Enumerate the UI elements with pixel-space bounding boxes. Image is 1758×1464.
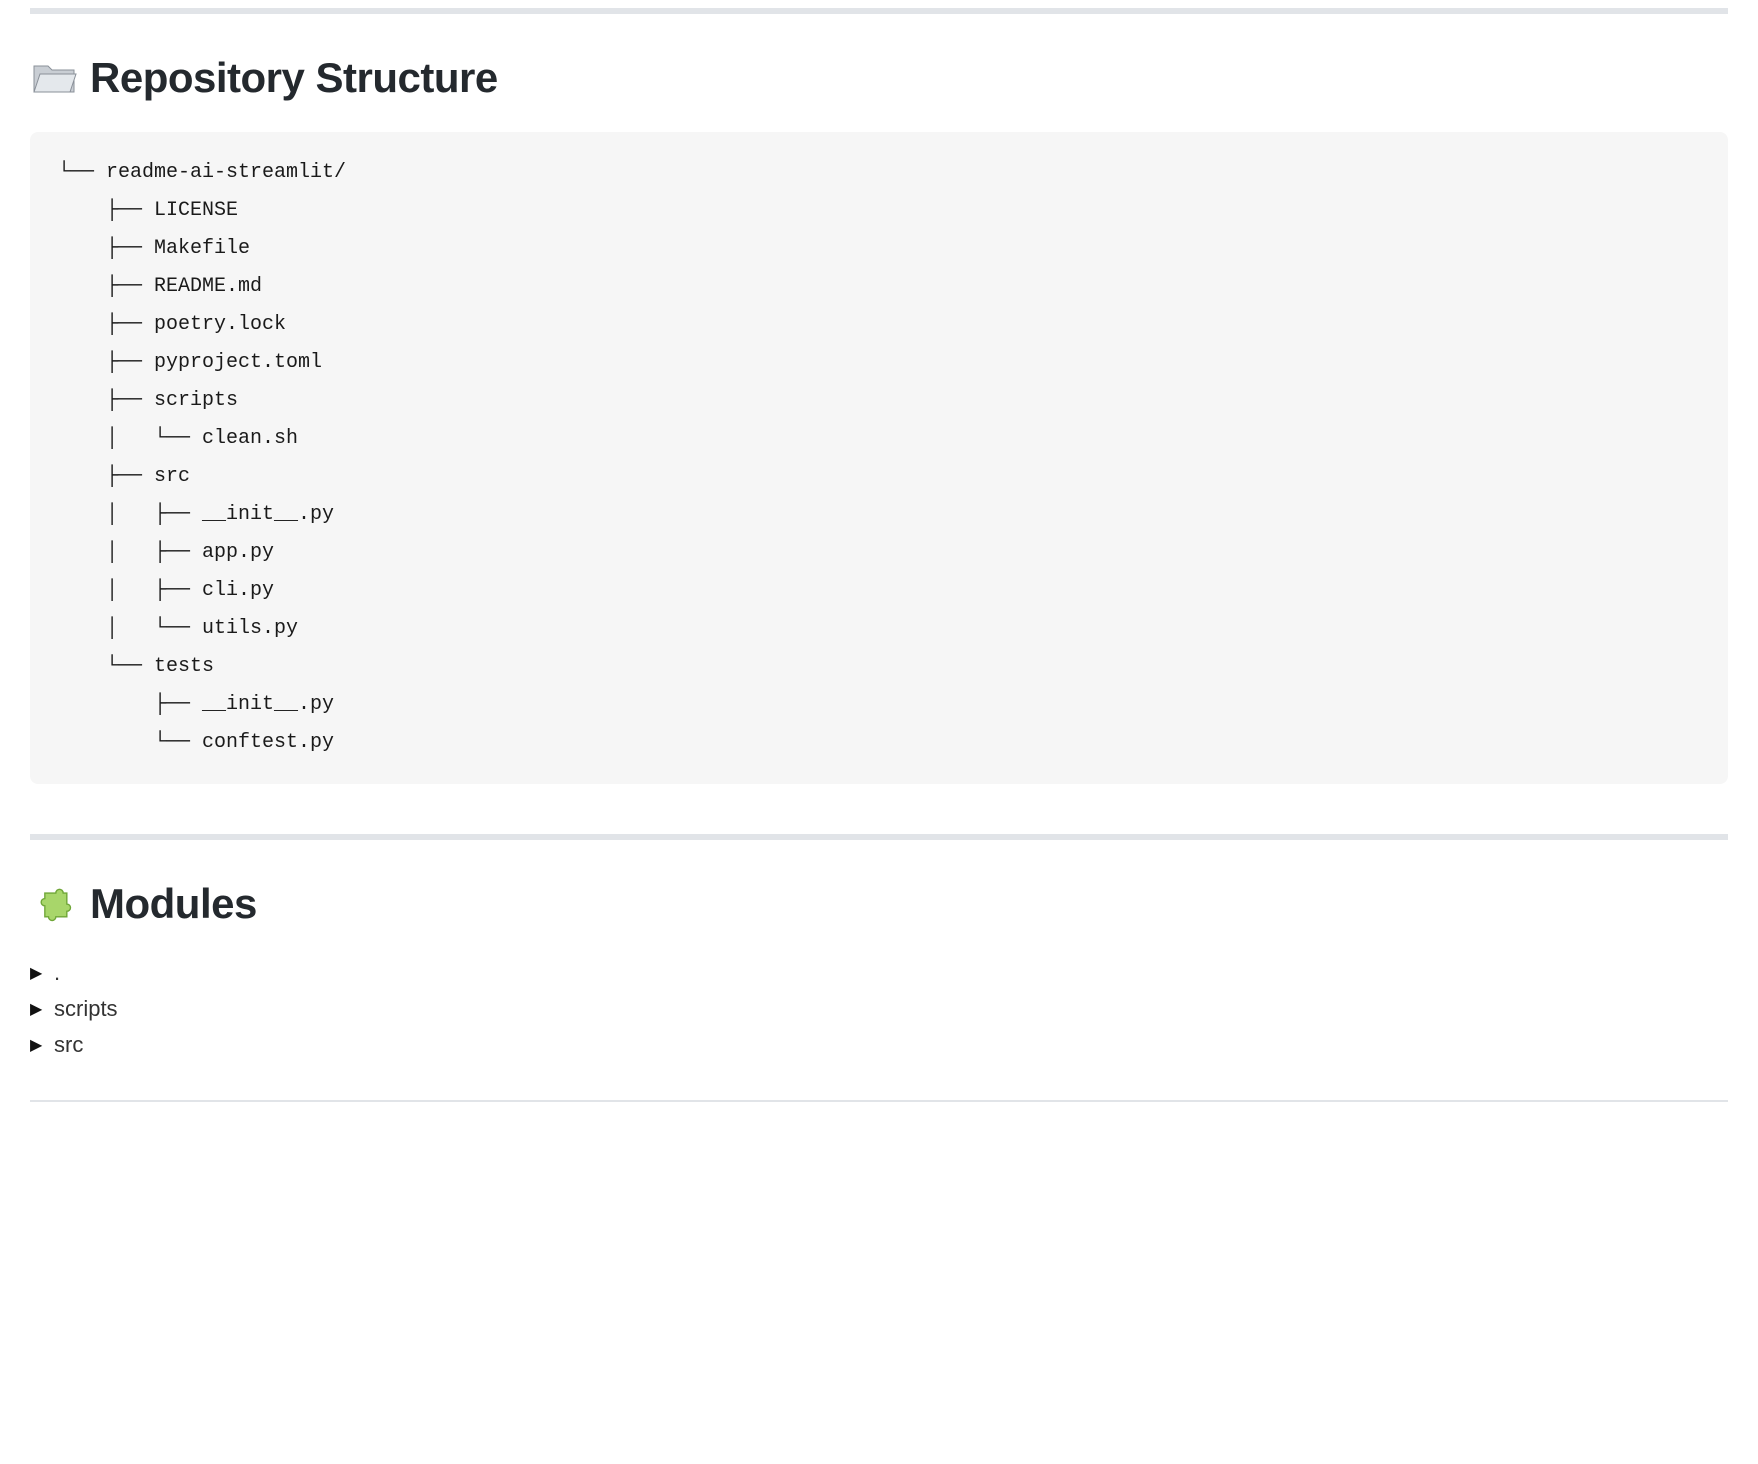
module-label: . [54, 960, 60, 986]
module-item[interactable]: ▶ scripts [30, 994, 1728, 1024]
modules-heading: Modules [30, 880, 1728, 928]
section-divider [30, 8, 1728, 14]
modules-title: Modules [90, 880, 257, 928]
disclosure-triangle-icon: ▶ [30, 963, 48, 983]
module-label: scripts [54, 996, 118, 1022]
module-item[interactable]: ▶ src [30, 1030, 1728, 1060]
disclosure-triangle-icon: ▶ [30, 1035, 48, 1055]
module-item[interactable]: ▶ . [30, 958, 1728, 988]
repo-structure-heading: Repository Structure [30, 54, 1728, 102]
repo-tree-block: └── readme-ai-streamlit/ ├── LICENSE ├──… [30, 132, 1728, 784]
repo-structure-title: Repository Structure [90, 54, 498, 102]
disclosure-triangle-icon: ▶ [30, 999, 48, 1019]
section-divider [30, 1100, 1728, 1102]
section-divider [30, 834, 1728, 840]
folder-open-icon [30, 54, 78, 102]
modules-list: ▶ . ▶ scripts ▶ src [30, 958, 1728, 1060]
puzzle-piece-icon [30, 880, 78, 928]
module-label: src [54, 1032, 83, 1058]
